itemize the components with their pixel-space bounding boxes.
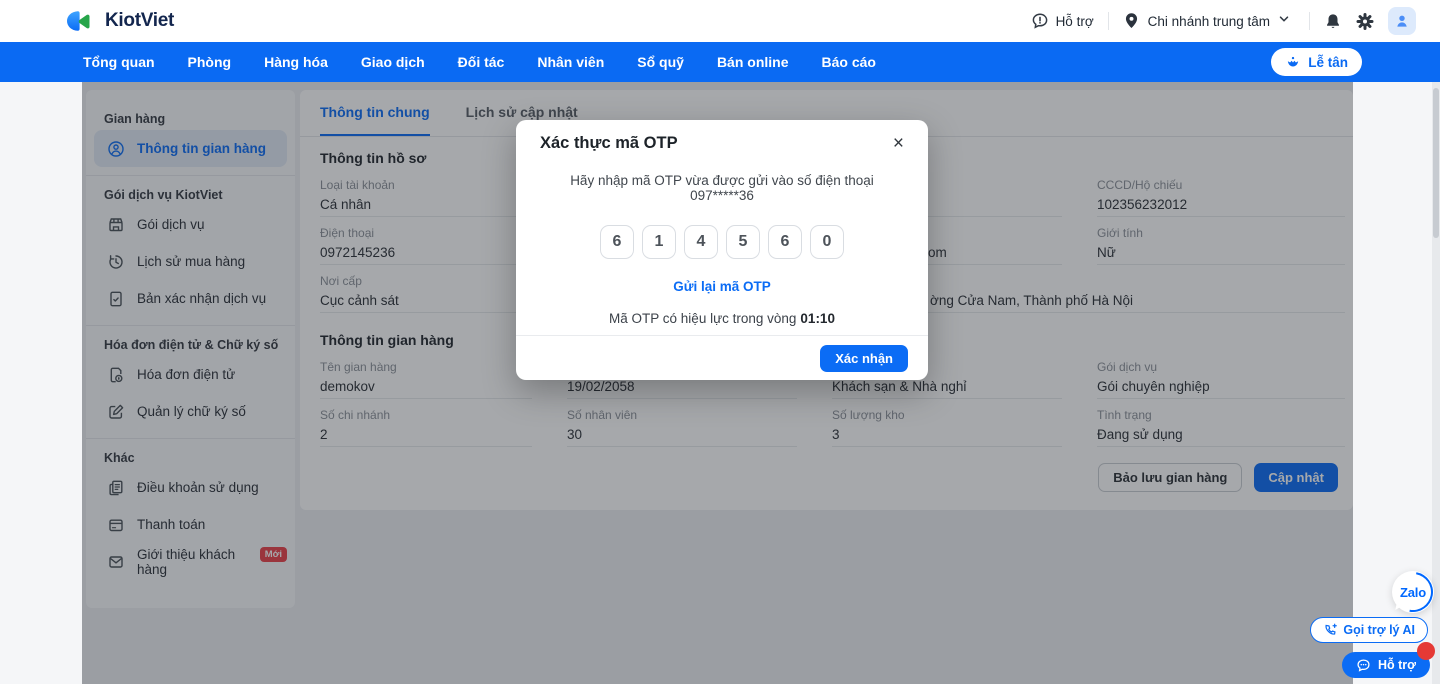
ai-assistant-call-button[interactable]: Gọi trợ lý AI: [1310, 617, 1428, 643]
scrollbar-thumb[interactable]: [1433, 88, 1439, 238]
notification-dot: [1417, 642, 1435, 660]
reception-button[interactable]: Lễ tân: [1271, 48, 1362, 76]
resend-otp-link[interactable]: Gửi lại mã OTP: [540, 279, 904, 294]
otp-timer-value: 01:10: [800, 311, 835, 326]
nav-hang-hoa[interactable]: Hàng hóa: [264, 54, 328, 70]
branch-label: Chi nhánh trung tâm: [1147, 13, 1270, 29]
nav-bao-cao[interactable]: Báo cáo: [822, 54, 876, 70]
otp-instruction: Hãy nhập mã OTP vừa được gửi vào số điện…: [570, 173, 874, 203]
kiotviet-logo[interactable]: KiotViet: [66, 10, 174, 32]
modal-footer: Xác nhận: [516, 335, 928, 380]
settings-gear-icon[interactable]: [1356, 12, 1374, 30]
nav-giao-dich[interactable]: Giao dịch: [361, 54, 425, 70]
support-chat-button[interactable]: Hỗ trợ: [1341, 642, 1435, 678]
nav-phong[interactable]: Phòng: [188, 54, 232, 70]
nav-ban-online[interactable]: Bán online: [717, 54, 789, 70]
otp-digit-5[interactable]: 6: [768, 225, 802, 259]
close-icon[interactable]: ×: [893, 134, 904, 153]
otp-inputs: 6 1 4 5 6 0: [540, 225, 904, 259]
modal-title: Xác thực mã OTP: [540, 134, 678, 152]
reception-label: Lễ tân: [1308, 54, 1348, 70]
notification-bell-icon[interactable]: [1324, 12, 1342, 30]
chat-help-icon: [1031, 12, 1049, 30]
main-nav: Tổng quan Phòng Hàng hóa Giao dịch Đối t…: [0, 42, 1440, 82]
nav-tong-quan[interactable]: Tổng quan: [83, 54, 155, 70]
brand-name: KiotViet: [105, 10, 175, 31]
support-fab-label: Hỗ trợ: [1377, 658, 1416, 672]
reception-icon: [1285, 54, 1301, 70]
otp-digit-4[interactable]: 5: [726, 225, 760, 259]
chevron-down-icon: [1277, 12, 1295, 30]
nav-doi-tac[interactable]: Đối tác: [458, 54, 505, 70]
otp-digit-3[interactable]: 4: [684, 225, 718, 259]
branch-selector[interactable]: Chi nhánh trung tâm: [1123, 12, 1295, 30]
otp-digit-1[interactable]: 6: [600, 225, 634, 259]
ai-call-label: Gọi trợ lý AI: [1343, 623, 1415, 637]
kiotviet-logo-icon: [66, 10, 98, 32]
header-support[interactable]: Hỗ trợ: [1031, 12, 1094, 30]
user-avatar[interactable]: [1388, 7, 1416, 35]
phone-plus-icon: [1323, 623, 1338, 637]
kiotviet-app: KiotViet Hỗ trợ Chi nhánh trung tâm Tổng…: [0, 0, 1440, 684]
divider: [1309, 12, 1310, 30]
nav-so-quy[interactable]: Sổ quỹ: [637, 54, 684, 70]
otp-timer-text: Mã OTP có hiệu lực trong vòng: [609, 311, 797, 326]
divider: [1107, 12, 1109, 30]
chat-bubble-icon: [1356, 658, 1371, 673]
otp-digit-2[interactable]: 1: [642, 225, 676, 259]
zalo-logo: Zalo: [1400, 584, 1426, 600]
location-pin-icon: [1123, 12, 1141, 30]
otp-modal: Xác thực mã OTP × Hãy nhập mã OTP vừa đư…: [516, 120, 928, 380]
nav-nhan-vien[interactable]: Nhân viên: [537, 54, 604, 70]
top-bar: KiotViet Hỗ trợ Chi nhánh trung tâm: [0, 0, 1440, 42]
zalo-chat-button[interactable]: Zalo: [1392, 571, 1434, 613]
support-label: Hỗ trợ: [1055, 13, 1094, 29]
confirm-button[interactable]: Xác nhận: [820, 344, 908, 372]
otp-digit-6[interactable]: 0: [810, 225, 844, 259]
otp-timer: Mã OTP có hiệu lực trong vòng 01:10: [540, 311, 904, 326]
